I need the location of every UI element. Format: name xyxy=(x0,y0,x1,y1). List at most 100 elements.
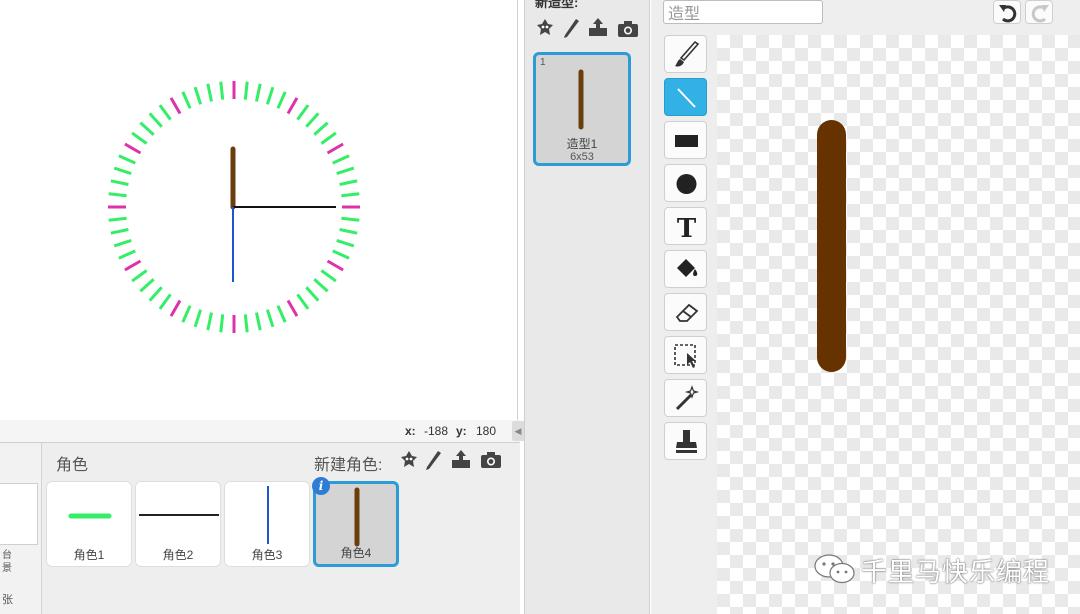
line-tool-button[interactable] xyxy=(664,78,707,116)
clock-tick xyxy=(339,179,358,186)
clock-tick xyxy=(243,314,249,333)
clock-tick xyxy=(118,249,136,260)
select-tool-button[interactable] xyxy=(664,336,707,374)
clock-tick xyxy=(206,83,213,102)
clock-tick xyxy=(181,91,192,109)
clock-tick xyxy=(332,249,350,260)
reshape-tool-button[interactable] xyxy=(664,379,707,417)
choose-sprite-icon[interactable] xyxy=(398,449,420,471)
costume-pane: 新造型: 1 造型1 6x53 xyxy=(524,0,650,614)
ellipse-icon xyxy=(676,174,697,194)
sprite-header: 角色 新建角色: xyxy=(42,443,520,477)
clock-tick xyxy=(108,192,127,198)
clock-tick xyxy=(148,112,163,128)
sprite-name: 角色2 xyxy=(162,548,194,562)
clock-tick xyxy=(206,312,213,331)
x-label: x: xyxy=(405,424,416,438)
clock-tick xyxy=(108,216,127,222)
brush-tool-button[interactable] xyxy=(664,35,707,73)
clock-tick xyxy=(118,154,136,165)
clock-tick xyxy=(286,299,299,317)
stage[interactable] xyxy=(0,0,518,420)
clock-tick xyxy=(276,91,287,109)
clock-tick xyxy=(243,81,249,100)
clock-tick xyxy=(139,121,155,136)
collapse-arrow-icon[interactable]: ◀ xyxy=(512,421,524,441)
mouse-coordinates: x: -188 y: 180 xyxy=(0,420,520,442)
clock-tick xyxy=(219,314,225,333)
clock-tick xyxy=(296,293,310,310)
undo-icon xyxy=(999,5,1017,23)
watermark-text: 千里马快乐编程 xyxy=(861,557,1051,587)
sprite-pane: 台 景 张 角色 新建角色: 角色1 角色2 角色3 角色4 xyxy=(0,442,520,614)
select-icon xyxy=(674,344,696,368)
rectangle-icon xyxy=(675,135,698,147)
sprite-pane-title: 角色 xyxy=(56,457,89,474)
fill-tool-button[interactable] xyxy=(664,250,707,288)
clock-tick xyxy=(169,97,182,115)
brush-icon xyxy=(675,40,700,67)
clock-tick xyxy=(332,154,350,165)
clock-tick xyxy=(336,238,355,248)
clock-tick xyxy=(341,192,360,198)
clock-tick xyxy=(124,142,142,155)
clock-tick xyxy=(110,179,129,186)
clock-tick xyxy=(255,83,262,102)
rectangle-tool-button[interactable] xyxy=(664,121,707,159)
stamp-tool-button[interactable] xyxy=(664,422,707,460)
upload-costume-icon[interactable] xyxy=(587,16,609,38)
paint-sprite-icon[interactable] xyxy=(422,449,444,471)
clock-tick xyxy=(336,166,355,176)
ellipse-tool-button[interactable] xyxy=(664,164,707,202)
y-value: 180 xyxy=(476,424,497,438)
clock-tick xyxy=(339,228,358,235)
clock-tick xyxy=(255,312,262,331)
stage-thumbnail-column: 台 景 张 xyxy=(0,443,42,614)
clock-tick xyxy=(110,228,129,235)
new-sprite-label: 新建角色: xyxy=(314,457,383,474)
eraser-tool-button[interactable] xyxy=(664,293,707,331)
camera-costume-icon[interactable] xyxy=(617,18,639,40)
text-tool-button[interactable]: T xyxy=(664,207,707,245)
choose-costume-icon[interactable] xyxy=(534,17,556,39)
y-label: y: xyxy=(456,424,467,438)
upload-sprite-icon[interactable] xyxy=(450,448,472,470)
stage-thumbnail-label: 台 景 xyxy=(2,550,12,574)
sprite-card-2[interactable]: 角色2 xyxy=(135,481,221,567)
watermark: 千里马快乐编程 xyxy=(813,548,1073,588)
clock-tick xyxy=(158,293,172,310)
sprite-info-icon[interactable]: i xyxy=(312,477,330,495)
undo-button[interactable] xyxy=(993,0,1021,24)
stage-thumbnail[interactable] xyxy=(0,483,38,545)
clock-tick xyxy=(313,121,329,136)
camera-sprite-icon[interactable] xyxy=(480,449,502,471)
clock-tick xyxy=(320,131,337,145)
svg-text:T: T xyxy=(677,214,697,244)
sprite-card-3[interactable]: 角色3 xyxy=(224,481,310,567)
clock-tick xyxy=(169,299,182,317)
sprite-card-1[interactable]: 角色1 xyxy=(46,481,132,567)
magic-wand-icon xyxy=(675,385,700,411)
clock-tick xyxy=(219,81,225,100)
drawing-canvas[interactable] xyxy=(717,35,1080,614)
clock-tick xyxy=(193,86,203,105)
clock-tick xyxy=(113,166,132,176)
clock-tick xyxy=(148,286,163,302)
costume-name-input[interactable] xyxy=(663,0,823,24)
clock-tick xyxy=(326,142,344,155)
sprite-name: 角色1 xyxy=(73,548,105,562)
costume-size: 6x53 xyxy=(570,151,594,163)
clock-tick xyxy=(276,305,287,323)
clock-tick xyxy=(158,104,172,121)
clock-tick xyxy=(320,269,337,283)
clock-tick xyxy=(286,97,299,115)
redo-button[interactable] xyxy=(1025,0,1053,24)
clock-drawing xyxy=(108,81,360,333)
clock-tick xyxy=(305,112,320,128)
sprite-card-4[interactable]: 角色4 xyxy=(313,481,399,567)
eraser-icon xyxy=(675,303,699,322)
clock-tick xyxy=(139,278,155,293)
clock-tick xyxy=(131,269,148,283)
costume-card-1[interactable]: 1 造型1 6x53 xyxy=(533,52,631,166)
paint-costume-icon[interactable] xyxy=(560,17,582,39)
